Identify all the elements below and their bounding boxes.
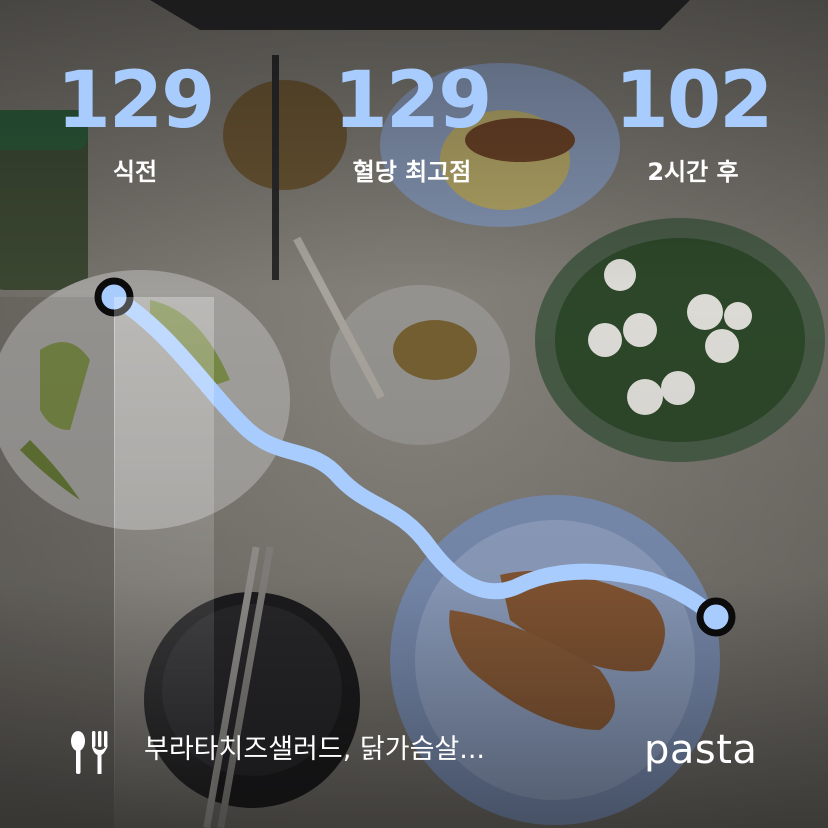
glucose-stats: 129 식전 129 혈당 최고점 102 2시간 후 — [0, 0, 828, 220]
stat-after-label: 2시간 후 — [647, 158, 739, 186]
stat-after-2h: 102 2시간 후 — [573, 62, 813, 184]
meal-description: 부라타치즈샐러드, 닭가슴살... — [144, 734, 485, 765]
stat-peak-label: 혈당 최고점 — [352, 158, 472, 186]
stat-peak: 129 혈당 최고점 — [292, 62, 532, 184]
end-point-marker — [696, 597, 736, 637]
fork-and-spoon-icon — [71, 731, 108, 774]
stat-peak-value: 129 — [333, 56, 493, 146]
stat-before-value: 129 — [56, 56, 216, 146]
stat-after-value: 102 — [614, 56, 774, 146]
stat-before-meal: 129 식전 — [15, 62, 255, 184]
brand-logo: pasta — [644, 727, 758, 773]
stat-before-label: 식전 — [112, 158, 158, 186]
